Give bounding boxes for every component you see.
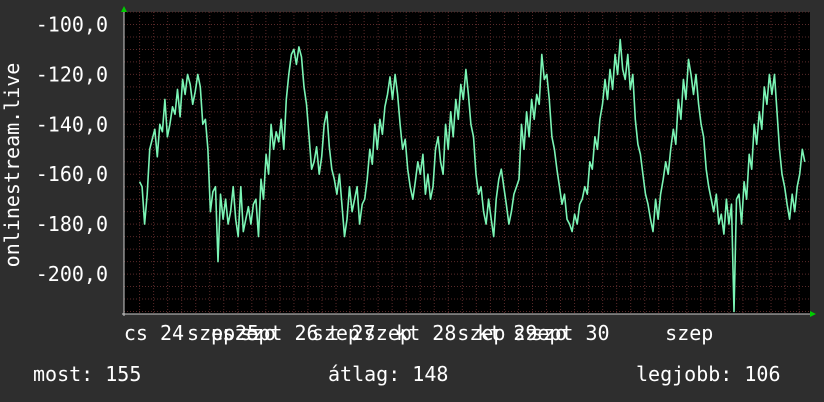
current-value: most: 155 [33, 362, 142, 386]
y-axis-label: onlinestream.live [0, 63, 24, 268]
x-tick-label: szep [665, 321, 713, 345]
plot-background [124, 12, 810, 314]
best-value: legjobb: 106 [636, 362, 781, 386]
y-tick-label: -100,0 [36, 12, 108, 36]
y-tick-labels: -100,0 -120,0 -140,0 -160,0 -180,0 -200,0 [36, 12, 108, 286]
y-tick-label: -180,0 [36, 212, 108, 236]
x-tick-label: kt 28 [396, 321, 456, 345]
x-tick-label: cs 24 [124, 321, 184, 345]
y-tick-label: -200,0 [36, 262, 108, 286]
line-chart: -100,0 -120,0 -140,0 -160,0 -180,0 -200,0 cs … [0, 6, 816, 345]
y-axis-arrow [121, 6, 127, 12]
x-tick-label: szept 30 [513, 321, 609, 345]
x-tick-label: szept 26 [222, 321, 318, 345]
y-tick-label: -160,0 [36, 162, 108, 186]
y-tick-label: -120,0 [36, 62, 108, 86]
average-value: átlag: 148 [328, 362, 449, 386]
y-tick-label: -140,0 [36, 112, 108, 136]
x-tick-labels: cs 24 szepp 25szoszept 26szept 27szepkt 2… [124, 321, 713, 345]
x-axis-arrow [810, 311, 816, 317]
